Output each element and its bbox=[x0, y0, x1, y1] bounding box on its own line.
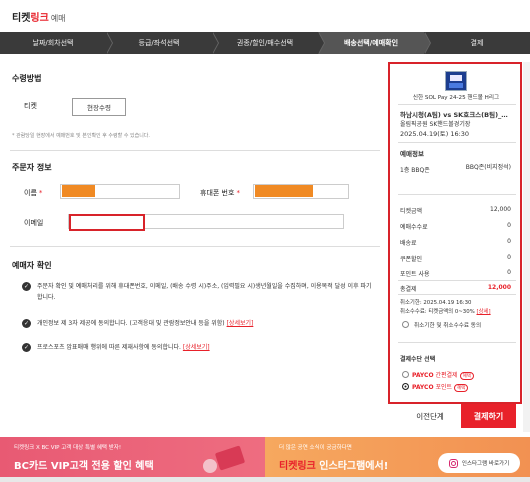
cancel-agree-label: 취소기한 및 취소수수료 동의 bbox=[414, 323, 482, 329]
email-label: 이메일 bbox=[24, 219, 44, 227]
email-redaction bbox=[69, 214, 145, 231]
orderer-title: 주문자 정보 bbox=[12, 163, 52, 172]
booking-info-title: 예매정보 bbox=[400, 150, 424, 158]
cancel-fee-text: 취소수수료: 티켓금액의 0~30% [상세] bbox=[400, 309, 491, 315]
step-payment: 결제 bbox=[470, 39, 484, 47]
instagram-link-label: 인스타그램 바로가기 bbox=[461, 461, 510, 467]
cancel-deadline: 취소기한: 2025.04.19 16:30 bbox=[400, 300, 472, 306]
check-icon[interactable]: ✓ bbox=[22, 343, 31, 352]
logo-text-ticket: 티켓 bbox=[12, 13, 31, 24]
point-label: 포인트 사용 bbox=[400, 271, 430, 278]
thirdparty-detail-link[interactable]: [상세보기] bbox=[227, 320, 254, 327]
bc-banner-subtitle: 티켓링크 X BC VIP 고객 대상 특별 혜택 받자! bbox=[14, 445, 122, 451]
logo-text-reserve: 예매 bbox=[50, 14, 66, 23]
agree-scalping-text: 프로스포츠 암표매매 행위에 따른 제재사항에 동의합니다. bbox=[37, 344, 181, 351]
agree-thirdparty-item[interactable]: ✓ 개인정보 제 3자 제공에 동의합니다. (고객응대 및 관람정보안내 등을… bbox=[22, 318, 372, 329]
name-redaction bbox=[62, 185, 95, 197]
match-title: 하남시청(A팀) vs SK호크스(B팀)_… bbox=[400, 111, 508, 119]
receive-note: * 관람당일 현장에서 예매번호 및 본인확인 후 수령할 수 있습니다. bbox=[12, 133, 150, 139]
booking-steps: 날짜/회차선택 등급/좌석선택 권종/할인/매수선택 배송선택/예매확인 결제 bbox=[0, 32, 530, 54]
phone-required-mark: * bbox=[236, 189, 240, 197]
check-icon[interactable]: ✓ bbox=[22, 282, 31, 291]
prev-step-button[interactable]: 이전단계 bbox=[405, 405, 455, 427]
payco-easy-option[interactable]: PAYCO 간편결제 혜택 bbox=[412, 370, 474, 380]
total-value: 12,000 bbox=[487, 284, 511, 291]
step-date: 날짜/회차선택 bbox=[0, 32, 113, 54]
receive-method-title: 수령방법 bbox=[12, 74, 42, 83]
ticket-price-label: 티켓금액 bbox=[400, 208, 423, 215]
agree-scalping-item[interactable]: ✓ 프로스포츠 암표매매 행위에 따른 제재사항에 동의합니다. [상세보기] bbox=[22, 342, 372, 353]
instagram-icon bbox=[448, 458, 458, 468]
booking-summary-panel: 신한 SOL Pay 24-25 핸드볼 H리그 하남시청(A팀) vs SK호… bbox=[388, 62, 522, 404]
payco-easy-radio[interactable] bbox=[402, 371, 409, 378]
decor-circle bbox=[203, 459, 217, 473]
seat-zone: 1층 BBQ존 bbox=[400, 167, 430, 174]
payco-point-radio[interactable] bbox=[402, 383, 409, 390]
step-delivery: 배송선택/예매확인 bbox=[318, 32, 431, 54]
divider bbox=[10, 150, 380, 151]
point-value: 0 bbox=[507, 269, 511, 276]
step-discount: 권종/할인/매수선택 bbox=[212, 32, 325, 54]
ticket-label: 티켓 bbox=[24, 102, 37, 110]
promo-banner: 티켓링크 X BC VIP 고객 대상 특별 혜택 받자! BC카드 VIP고객… bbox=[0, 437, 530, 482]
bc-banner-title: BC카드 VIP고객 전용 할인 혜택 bbox=[14, 461, 154, 472]
cancel-agree-radio[interactable] bbox=[402, 321, 409, 328]
coupon-label: 쿠폰할인 bbox=[400, 256, 423, 263]
vertical-scrollbar[interactable] bbox=[523, 62, 530, 432]
insta-banner-title: 티켓링크 인스타그램에서! bbox=[279, 461, 389, 472]
agree-collect-item[interactable]: ✓ 주문자 확인 및 예매처리를 위해 휴대폰번호, 이메일, (배송 수령 시… bbox=[22, 281, 372, 303]
onsite-pickup-button[interactable]: 현장수령 bbox=[72, 98, 126, 116]
phone-redaction bbox=[255, 185, 313, 197]
agree-collect-text: 주문자 확인 및 예매처리를 위해 휴대폰번호, 이메일, (배송 수령 시)주… bbox=[37, 283, 372, 301]
top-header: 티켓링크 예매 bbox=[0, 0, 530, 32]
phone-label: 휴대폰 번호 bbox=[200, 189, 235, 197]
logo-text-link: 링크 bbox=[30, 13, 49, 24]
cancel-fee-detail-link[interactable]: [상세] bbox=[476, 309, 490, 315]
date-text: 2025.04.19(토) 16:30 bbox=[400, 130, 470, 138]
pay-button[interactable]: 결제하기 bbox=[461, 404, 516, 428]
ticket-price-value: 12,000 bbox=[490, 206, 511, 213]
bc-card-banner[interactable]: 티켓링크 X BC VIP 고객 대상 특별 혜택 받자! BC카드 VIP고객… bbox=[0, 437, 265, 482]
insta-banner-subtitle: 더 많은 공연 소식이 궁금하다면 bbox=[279, 445, 352, 451]
total-label: 총결제 bbox=[400, 286, 417, 293]
delivery-label: 배송료 bbox=[400, 240, 417, 247]
event-poster bbox=[445, 71, 467, 91]
fee-label: 예매수수료 bbox=[400, 224, 428, 231]
divider bbox=[10, 246, 380, 247]
horizontal-scrollbar[interactable] bbox=[0, 477, 530, 482]
instagram-banner[interactable]: 더 많은 공연 소식이 궁금하다면 티켓링크 인스타그램에서! 인스타그램 바로… bbox=[265, 437, 530, 482]
venue-text: 올림픽공원 SK핸드볼경기장 bbox=[400, 121, 471, 128]
pay-method-title: 결제수단 선택 bbox=[400, 356, 436, 363]
instagram-link-button[interactable]: 인스타그램 바로가기 bbox=[438, 453, 520, 473]
seat-grade: BBQ존(비지정석) bbox=[465, 164, 511, 171]
delivery-value: 0 bbox=[507, 238, 511, 245]
agree-thirdparty-text: 개인정보 제 3자 제공에 동의합니다. (고객응대 및 관람정보안내 등을 위… bbox=[37, 320, 225, 327]
coupon-value: 0 bbox=[507, 254, 511, 261]
check-icon[interactable]: ✓ bbox=[22, 319, 31, 328]
step-seat: 등급/좌석선택 bbox=[106, 32, 219, 54]
ticketlink-logo[interactable]: 티켓링크 예매 bbox=[12, 9, 66, 24]
fee-value: 0 bbox=[507, 222, 511, 229]
event-poster-caption: 신한 SOL Pay 24-25 핸드볼 H리그 bbox=[412, 95, 500, 101]
name-label: 이름 bbox=[24, 189, 37, 197]
payco-point-option[interactable]: PAYCO 포인트 혜택 bbox=[412, 382, 469, 392]
name-required-mark: * bbox=[38, 189, 43, 197]
card-icon bbox=[214, 445, 246, 471]
scalping-detail-link[interactable]: [상세보기] bbox=[183, 344, 210, 351]
confirm-title: 예매자 확인 bbox=[12, 261, 52, 270]
